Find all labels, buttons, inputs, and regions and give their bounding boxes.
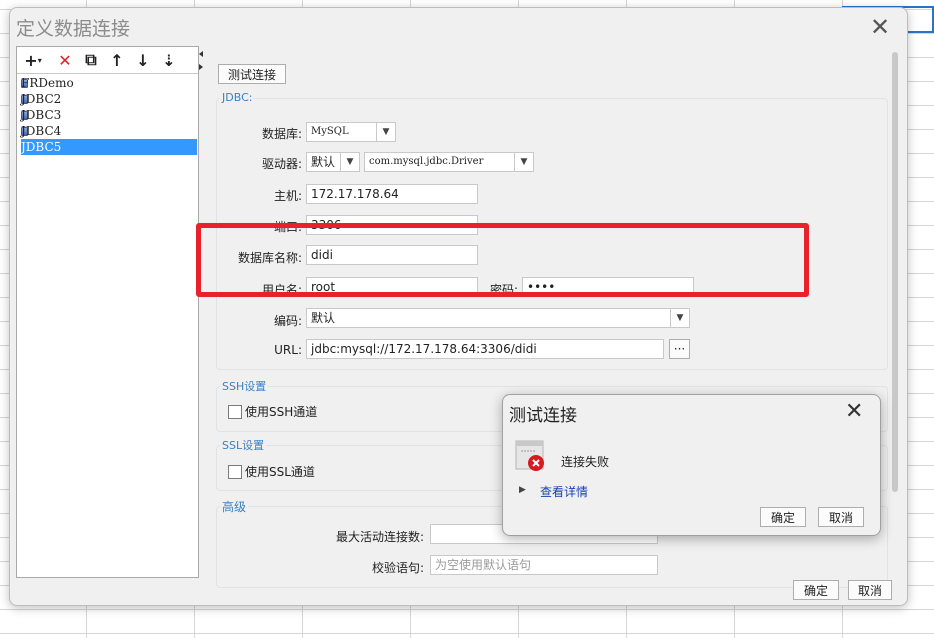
expand-details-icon[interactable]: ▶ <box>519 485 526 495</box>
arrow-down-icon: ↓ <box>136 50 150 70</box>
arrow-up-icon: ↑ <box>110 50 124 70</box>
dialog-close-icon[interactable]: ✕ <box>870 13 890 41</box>
connection-item[interactable]: JDBC2 <box>21 91 197 107</box>
advanced-group-label: 高级 <box>220 498 249 515</box>
sort-button[interactable]: ⇣ <box>159 50 179 70</box>
ssh-group-label: SSH设置 <box>220 378 269 394</box>
host-input[interactable]: 172.17.178.64 <box>306 184 478 204</box>
ssl-checkbox-label: 使用SSL通道 <box>245 465 315 479</box>
delete-connection-button[interactable]: ✕ <box>55 50 75 70</box>
plus-icon: + <box>24 50 38 70</box>
chevron-down-icon: ▼ <box>670 309 689 327</box>
delete-icon: ✕ <box>58 50 72 70</box>
scrollbar-thumb[interactable] <box>892 52 898 492</box>
connection-error-icon <box>515 440 544 471</box>
dbname-input[interactable]: didi <box>306 245 478 265</box>
dbname-label: 数据库名称: <box>237 251 302 265</box>
validation-input[interactable]: 为空使用默认语句 <box>430 555 658 575</box>
ssh-checkbox[interactable] <box>228 405 242 419</box>
connection-toolbar: + ▾ ✕ ⧉ ↑ ↓ ⇣ <box>17 47 198 74</box>
url-input[interactable]: jdbc:mysql://172.17.178.64:3306/didi <box>306 339 664 359</box>
chevron-down-icon: ▼ <box>514 153 533 171</box>
chevron-down-icon: ▼ <box>340 153 359 171</box>
database-select[interactable]: MySQL ▼ <box>306 122 396 142</box>
driver-class-select[interactable]: com.mysql.jdbc.Driver ▼ <box>364 152 534 172</box>
popup-title: 测试连接 <box>509 406 577 426</box>
copy-connection-button[interactable]: ⧉ <box>81 50 101 70</box>
max-active-label: 最大活动连接数: <box>335 530 424 544</box>
move-up-button[interactable]: ↑ <box>107 50 127 70</box>
chevron-down-icon: ▼ <box>376 123 395 141</box>
port-input[interactable]: 3306 <box>306 215 478 235</box>
password-label: 密码: <box>489 283 518 297</box>
database-label: 数据库: <box>261 127 302 141</box>
username-label: 用户名: <box>261 283 302 297</box>
move-down-button[interactable]: ↓ <box>133 50 153 70</box>
popup-ok-button[interactable]: 确定 <box>760 507 806 527</box>
add-connection-button[interactable]: + ▾ <box>23 50 43 70</box>
sort-icon: ⇣ <box>162 50 176 70</box>
ssl-group-label: SSL设置 <box>220 437 267 453</box>
ssl-checkbox[interactable] <box>228 465 242 479</box>
ssh-checkbox-label: 使用SSH通道 <box>245 405 318 419</box>
connection-tree: FRDemo JDBC2 JDBC3 JDBC4 JDBC5 <box>21 75 197 155</box>
test-connection-button[interactable]: 测试连接 <box>218 64 286 84</box>
encoding-label: 编码: <box>273 314 302 328</box>
username-input[interactable]: root <box>306 277 478 297</box>
popup-close-icon[interactable]: ✕ <box>845 399 863 424</box>
dialog-title: 定义数据连接 <box>16 18 131 40</box>
url-edit-button[interactable]: ··· <box>669 339 690 359</box>
connection-item[interactable]: JDBC4 <box>21 123 197 139</box>
password-input[interactable]: •••• <box>522 277 694 297</box>
connection-list-panel: + ▾ ✕ ⧉ ↑ ↓ ⇣ FRDemo JDBC2 JDBC3 JDBC4 JD… <box>16 46 199 578</box>
dialog-ok-button[interactable]: 确定 <box>793 580 839 600</box>
chevron-down-icon: ▾ <box>37 55 42 65</box>
settings-scrollbar[interactable] <box>890 48 900 576</box>
dialog-cancel-button[interactable]: 取消 <box>848 580 892 600</box>
encoding-select[interactable]: 默认 ▼ <box>306 308 690 328</box>
host-label: 主机: <box>273 189 302 203</box>
copy-icon: ⧉ <box>85 50 97 69</box>
driver-mode-select[interactable]: 默认 ▼ <box>306 152 360 172</box>
connection-item-selected[interactable]: JDBC5 <box>21 139 197 155</box>
jdbc-group-label: JDBC: <box>220 91 255 104</box>
view-details-link[interactable]: 查看详情 <box>540 483 588 500</box>
test-connection-popup: 测试连接 ✕ 连接失败 ▶ 查看详情 确定 取消 <box>502 394 881 536</box>
validation-label: 校验语句: <box>371 561 424 575</box>
connection-item[interactable]: FRDemo <box>21 75 197 91</box>
driver-label: 驱动器: <box>261 157 302 171</box>
url-label: URL: <box>274 343 302 357</box>
popup-cancel-button[interactable]: 取消 <box>818 507 864 527</box>
port-label: 端口: <box>273 220 302 234</box>
error-message: 连接失败 <box>561 455 610 469</box>
connection-item[interactable]: JDBC3 <box>21 107 197 123</box>
